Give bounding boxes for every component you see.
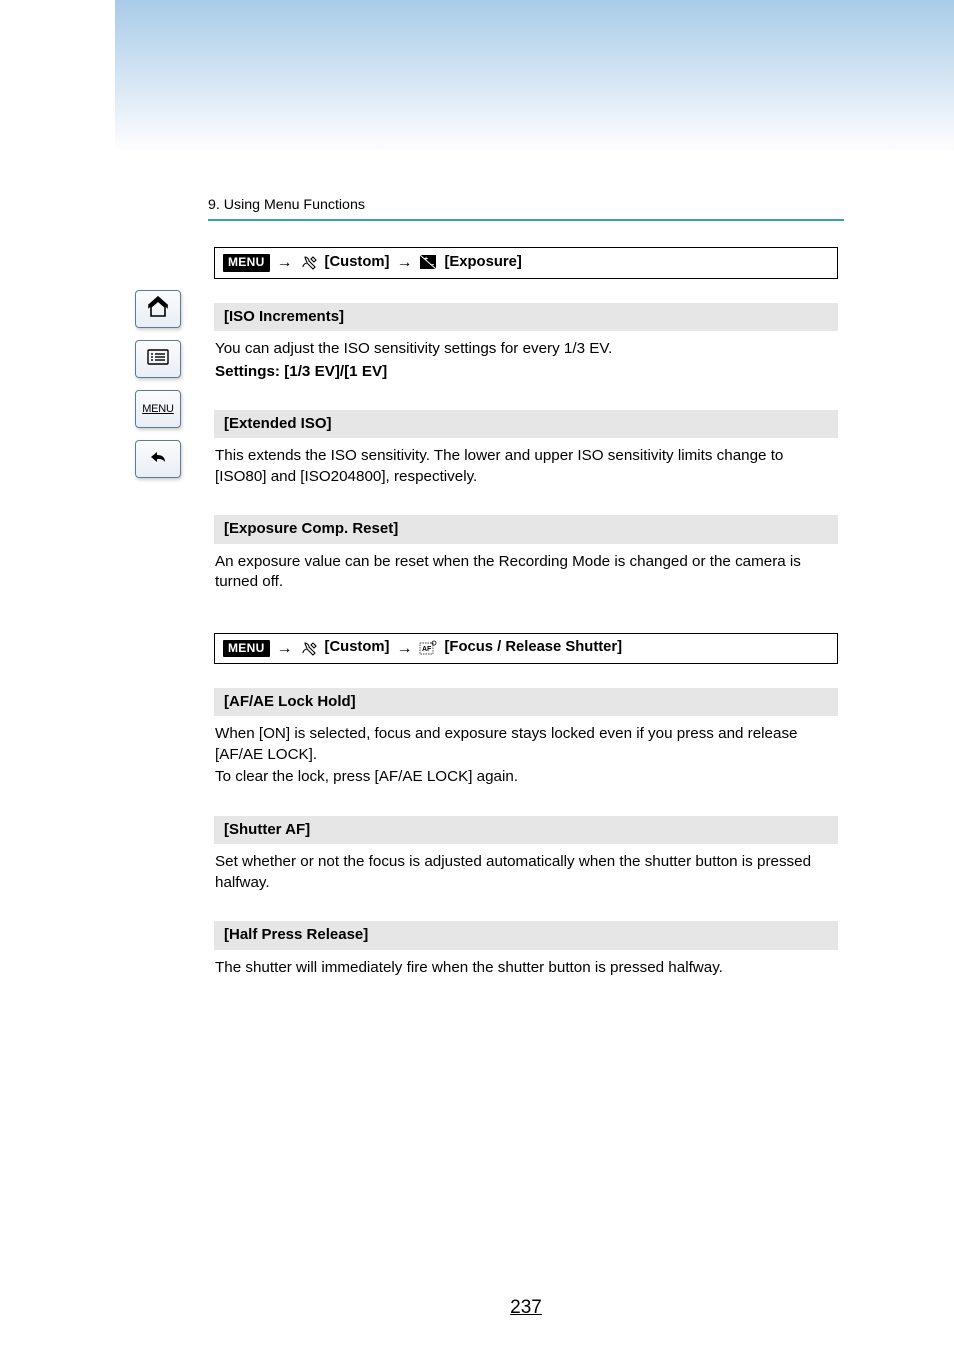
breadcrumb-focus: [Focus / Release Shutter] bbox=[444, 638, 622, 658]
content-area: 9. Using Menu Functions MENU → [Custom] … bbox=[208, 196, 844, 1006]
breadcrumb-path-exposure: MENU → [Custom] → +− [Exposure] bbox=[214, 247, 838, 279]
section-title: [ISO Increments] bbox=[214, 303, 838, 331]
toc-button[interactable] bbox=[135, 340, 181, 378]
section-af-ae-lock-hold: [AF/AE Lock Hold] When [ON] is selected,… bbox=[214, 688, 838, 788]
section-title: [Exposure Comp. Reset] bbox=[214, 515, 838, 543]
menu-badge-icon: MENU bbox=[223, 254, 270, 271]
svg-text:+: + bbox=[424, 256, 428, 263]
section-body: You can adjust the ISO sensitivity setti… bbox=[214, 339, 838, 382]
section-extended-iso: [Extended ISO] This extends the ISO sens… bbox=[214, 410, 838, 487]
arrow-icon: → bbox=[277, 638, 293, 660]
breadcrumb-path-focus: MENU → [Custom] → AF [Focus / Release Sh… bbox=[214, 633, 838, 665]
home-button[interactable] bbox=[135, 290, 181, 328]
back-arrow-icon bbox=[145, 446, 171, 473]
section-iso-increments: [ISO Increments] You can adjust the ISO … bbox=[214, 303, 838, 382]
section-half-press-release: [Half Press Release] The shutter will im… bbox=[214, 921, 838, 978]
menu-button[interactable]: MENU bbox=[135, 390, 181, 428]
exposure-comp-icon: +− bbox=[419, 253, 437, 273]
svg-text:−: − bbox=[430, 262, 434, 269]
sidebar-nav: MENU bbox=[135, 290, 181, 478]
body-line: You can adjust the ISO sensitivity setti… bbox=[215, 339, 837, 360]
section-body: An exposure value can be reset when the … bbox=[214, 552, 838, 593]
chapter-heading: 9. Using Menu Functions bbox=[208, 196, 844, 229]
section-exposure-comp-reset: [Exposure Comp. Reset] An exposure value… bbox=[214, 515, 838, 592]
focus-shutter-icon: AF bbox=[419, 638, 437, 658]
menu-badge-icon: MENU bbox=[223, 640, 270, 657]
list-icon bbox=[145, 346, 171, 373]
body-line: To clear the lock, press [AF/AE LOCK] ag… bbox=[215, 767, 837, 788]
body-line: The shutter will immediately fire when t… bbox=[215, 958, 837, 979]
page-number[interactable]: 237 bbox=[208, 1295, 844, 1321]
svg-text:AF: AF bbox=[422, 646, 432, 653]
section-shutter-af: [Shutter AF] Set whether or not the focu… bbox=[214, 816, 838, 893]
arrow-icon: → bbox=[277, 252, 293, 274]
settings-line: Settings: [1/3 EV]/[1 EV] bbox=[215, 362, 837, 383]
menu-text-icon: MENU bbox=[142, 403, 174, 415]
section-body: Set whether or not the focus is adjusted… bbox=[214, 852, 838, 893]
section-body: When [ON] is selected, focus and exposur… bbox=[214, 724, 838, 788]
breadcrumb-custom: [Custom] bbox=[325, 253, 390, 273]
body-line: Set whether or not the focus is adjusted… bbox=[215, 852, 837, 893]
section-body: The shutter will immediately fire when t… bbox=[214, 958, 838, 979]
section-title: [Half Press Release] bbox=[214, 921, 838, 949]
breadcrumb-custom: [Custom] bbox=[325, 638, 390, 658]
section-title: [Shutter AF] bbox=[214, 816, 838, 844]
section-body: This extends the ISO sensitivity. The lo… bbox=[214, 446, 838, 487]
back-button[interactable] bbox=[135, 440, 181, 478]
body-line: An exposure value can be reset when the … bbox=[215, 552, 837, 593]
page-root: MENU 9. Using Menu Functions MENU → [Cus… bbox=[0, 0, 954, 1348]
custom-tool-icon bbox=[300, 253, 318, 273]
arrow-icon: → bbox=[396, 638, 412, 660]
chapter-text: 9. Using Menu Functions bbox=[208, 197, 365, 213]
arrow-icon: → bbox=[396, 252, 412, 274]
custom-tool-icon bbox=[300, 638, 318, 658]
section-title: [AF/AE Lock Hold] bbox=[214, 688, 838, 716]
divider-teal bbox=[208, 219, 844, 221]
home-icon bbox=[145, 296, 171, 323]
section-title: [Extended ISO] bbox=[214, 410, 838, 438]
header-gradient bbox=[115, 0, 954, 150]
body-line: When [ON] is selected, focus and exposur… bbox=[215, 724, 837, 765]
body-line: This extends the ISO sensitivity. The lo… bbox=[215, 446, 837, 487]
breadcrumb-exposure: [Exposure] bbox=[444, 253, 521, 273]
inner-content: MENU → [Custom] → +− [Exposure] [ISO Inc… bbox=[208, 247, 844, 978]
